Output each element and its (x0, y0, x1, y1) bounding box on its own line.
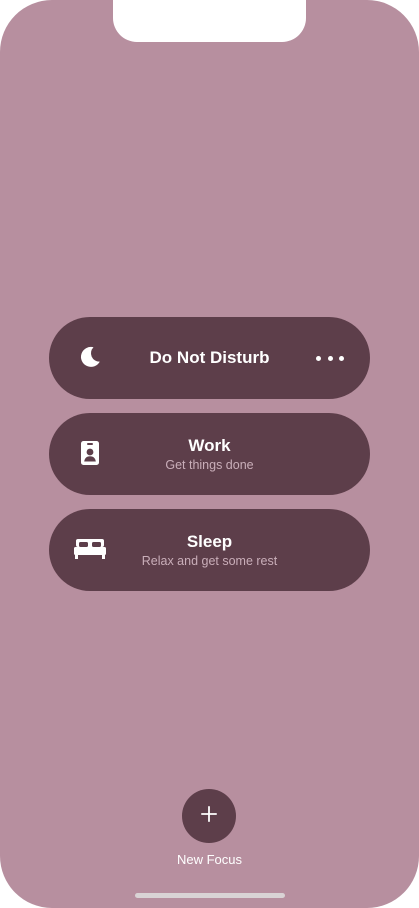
focus-card-title: Work (188, 435, 231, 455)
bed-icon (73, 534, 107, 564)
device-notch (113, 0, 306, 42)
focus-card-title: Sleep (186, 531, 233, 551)
focus-card-do-not-disturb[interactable]: Do Not Disturb (49, 317, 370, 399)
focus-card-subtitle: Get things done (165, 457, 254, 472)
more-dot-icon (327, 355, 333, 361)
focus-card-work[interactable]: Work Get things done (49, 413, 370, 495)
focus-card-sleep[interactable]: Sleep Relax and get some rest (49, 509, 370, 591)
focus-card-subtitle: Relax and get some rest (141, 553, 278, 568)
more-options-button[interactable] (316, 346, 344, 370)
focus-screen: Do Not Disturb Work Get things done Slee… (0, 0, 419, 908)
plus-icon (200, 805, 218, 828)
more-dot-icon (339, 355, 344, 361)
more-dot-icon (316, 355, 321, 361)
new-focus-button[interactable] (182, 789, 236, 843)
focus-card-title: Do Not Disturb (149, 348, 270, 367)
home-indicator[interactable] (135, 893, 285, 898)
id-badge-icon (75, 438, 105, 468)
new-focus-label[interactable]: New Focus (120, 852, 299, 867)
moon-icon (75, 342, 105, 372)
